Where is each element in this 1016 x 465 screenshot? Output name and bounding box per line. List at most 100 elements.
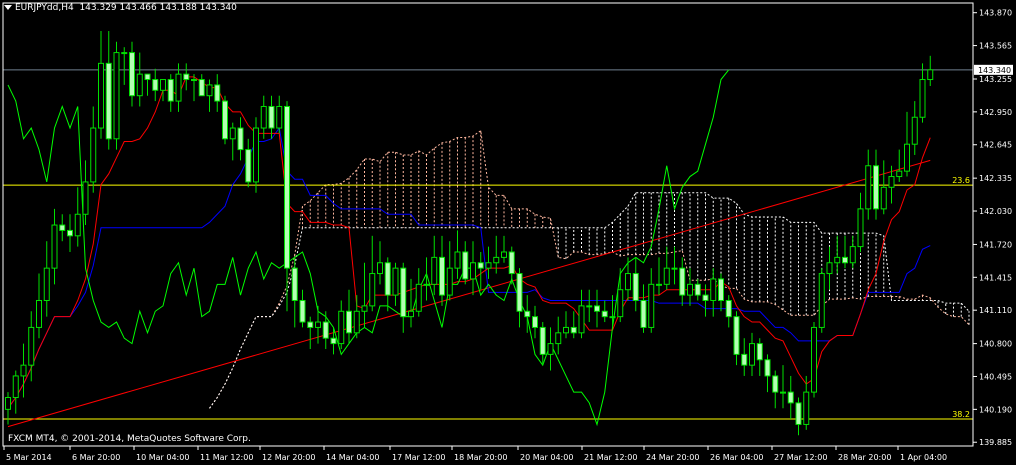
candle-body-bull [446, 267, 453, 296]
y-tick-label: 140.800 [979, 340, 1012, 349]
candle-body-bear [346, 310, 352, 334]
candle-body-bull [36, 299, 42, 328]
candle-body-bull [501, 251, 507, 258]
candle-body-bull [454, 251, 461, 269]
current-price-label: 143.340 [978, 66, 1011, 75]
candle-body-bear [516, 273, 523, 312]
candle-body-bull [43, 267, 50, 301]
candle-body-bear [237, 127, 244, 151]
candle-body-bear [524, 310, 531, 318]
candle-body-bull [253, 127, 259, 183]
dropdown-triangle-icon[interactable] [4, 5, 12, 10]
candle-body-bull [888, 176, 895, 188]
candle-body-bear [787, 391, 794, 404]
y-tick-label: 143.565 [979, 42, 1012, 51]
candle-body-bull [818, 273, 825, 328]
copyright-text: FXCM MT4, © 2001-2014, MetaQuotes Softwa… [8, 434, 251, 444]
y-tick-label: 143.870 [979, 9, 1012, 18]
candle-body-bear [439, 256, 445, 296]
candle-body-bull [896, 170, 903, 178]
candle-body-bull [485, 262, 492, 269]
candle-body-bull [276, 105, 283, 129]
symbol-timeframe: EURJPYdd,H4 [15, 3, 74, 13]
candle-body-bull [191, 79, 197, 82]
candle-body-bear [640, 299, 647, 328]
candle-body-bull [625, 273, 631, 291]
candlesticks [5, 31, 934, 436]
y-tick-label: 139.885 [979, 438, 1012, 447]
x-tick-label: 26 Mar 04:00 [710, 453, 763, 462]
candle-body-bull [121, 52, 128, 55]
candle-body-bull [12, 375, 19, 398]
candle-body-bear [679, 267, 686, 296]
candle-body-bull [361, 305, 368, 312]
candle-body-bull [28, 326, 35, 366]
candle-body-bear [462, 251, 469, 280]
candle-body-bear [67, 229, 73, 237]
y-tick-label: 140.495 [979, 372, 1012, 381]
candle-body-bull [369, 273, 376, 307]
candle-body-bull [431, 256, 438, 285]
y-tick-label: 143.255 [979, 75, 1012, 84]
candle-body-bull [90, 127, 97, 183]
candle-body-bull [377, 262, 383, 275]
candle-body-bull [656, 283, 662, 286]
y-tick-label: 142.950 [979, 108, 1012, 117]
candle-body-bear [384, 262, 391, 296]
candle-body-bull [663, 267, 670, 285]
x-tick-label: 12 Mar 20:00 [262, 453, 315, 462]
candle-body-bull [470, 262, 476, 280]
candle-body-bear [167, 79, 174, 102]
candle-body-bull [229, 127, 236, 140]
candle-body-bull [423, 283, 430, 286]
x-tick-label: 5 Mar 2014 [6, 453, 52, 462]
candle-body-bear [795, 402, 802, 425]
y-tick-label: 141.720 [979, 240, 1012, 249]
candle-body-bull [338, 310, 345, 345]
indicator-lines [7, 69, 931, 427]
x-tick-label: 27 Mar 12:00 [774, 453, 827, 462]
chart-header: EURJPYdd,H4 143.329 143.466 143.188 143.… [4, 3, 237, 13]
fib-label: 23.6 [952, 176, 970, 185]
candle-body-bull [826, 262, 833, 275]
candle-body-bull [260, 105, 267, 129]
candle-body-bear [718, 278, 724, 301]
candle-body-bear [772, 375, 779, 393]
candle-body-bull [749, 343, 755, 366]
candle-body-bear [59, 224, 66, 231]
candle-body-bull [5, 396, 11, 410]
candle-body-bear [702, 294, 709, 301]
candle-body-bear [291, 267, 298, 301]
x-tick-label: 18 Mar 20:00 [454, 453, 507, 462]
trendline [7, 159, 931, 428]
candle-body-bear [245, 149, 252, 183]
candle-body-bear [601, 310, 608, 318]
candle-body-bull [415, 283, 422, 312]
candle-body-bull [392, 267, 399, 296]
candle-body-bull [547, 343, 554, 355]
candle-body-bull [648, 283, 655, 328]
candle-body-bear [694, 283, 701, 296]
candle-body-bear [299, 299, 306, 323]
x-tick-label: 21 Mar 12:00 [584, 453, 637, 462]
candle-body-bull [315, 321, 321, 328]
candle-body-bull [911, 116, 918, 145]
price-chart[interactable]: 23.6 38.2 139.885 140.190 140.495 140.800 141… [0, 0, 1016, 465]
x-tick-label: 24 Mar 20:00 [646, 453, 699, 462]
candle-body-bull [586, 305, 593, 308]
candle-body-bear [764, 359, 771, 377]
x-tick-label: 14 Mar 04:00 [326, 453, 379, 462]
candle-body-bear [539, 326, 546, 355]
candle-body-bull [617, 289, 624, 318]
candle-body-bull [493, 256, 500, 264]
candle-body-bear [632, 273, 639, 301]
candle-body-bull [609, 316, 616, 319]
candle-body-bear [741, 353, 748, 366]
candle-body-bear [400, 267, 407, 318]
candle-body-bull [98, 62, 104, 129]
x-tick-label: 17 Mar 12:00 [392, 453, 445, 462]
candle-body-bear [873, 165, 879, 210]
ichimoku-cloud [209, 129, 970, 409]
candle-body-bear [330, 337, 337, 345]
candle-body-bull [687, 283, 693, 296]
